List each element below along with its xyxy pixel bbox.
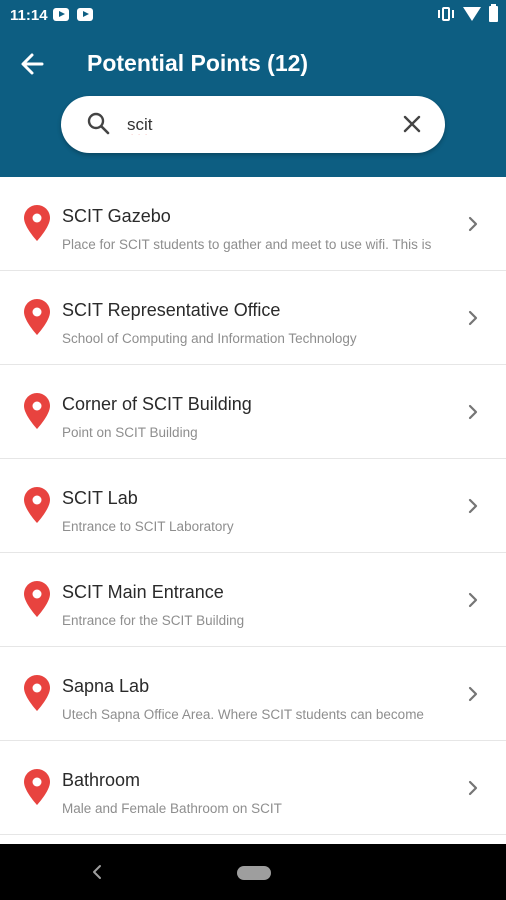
arrow-left-icon xyxy=(21,53,44,75)
search-bar[interactable] xyxy=(61,96,445,153)
map-pin-icon xyxy=(24,487,50,523)
item-title: Bathroom xyxy=(62,770,141,790)
page-title: Potential Points (12) xyxy=(87,50,309,76)
map-pin-icon xyxy=(24,769,50,805)
youtube-icon xyxy=(53,8,69,21)
map-pin-icon xyxy=(24,299,50,335)
item-title: SCIT Main Entrance xyxy=(62,582,224,602)
list-item[interactable]: Bathroom Male and Female Bathroom on SCI… xyxy=(0,741,506,835)
item-description: Male and Female Bathroom on SCIT xyxy=(62,801,282,816)
app-bar: Potential Points (12) xyxy=(0,30,506,177)
item-title: SCIT Representative Office xyxy=(62,300,281,320)
chevron-right-icon xyxy=(468,686,478,702)
close-icon[interactable] xyxy=(399,111,425,137)
search-input[interactable] xyxy=(127,112,387,138)
back-button[interactable] xyxy=(14,47,54,81)
list-item[interactable]: SCIT Lab Entrance to SCIT Laboratory xyxy=(0,459,506,553)
list-item[interactable]: SCIT Representative Office School of Com… xyxy=(0,271,506,365)
item-title: SCIT Lab xyxy=(62,488,138,508)
battery-icon xyxy=(489,4,498,22)
map-pin-icon xyxy=(24,581,50,617)
item-title: Corner of SCIT Building xyxy=(62,394,252,414)
map-pin-icon xyxy=(24,393,50,429)
system-nav-bar xyxy=(0,844,506,900)
item-description: School of Computing and Information Tech… xyxy=(62,331,357,346)
item-description: Entrance for the SCIT Building xyxy=(62,613,245,628)
search-icon xyxy=(87,112,110,135)
list-item[interactable]: SCIT Gazebo Place for SCIT students to g… xyxy=(0,177,506,271)
map-pin-icon xyxy=(24,205,50,241)
item-title: SCIT Gazebo xyxy=(62,206,171,226)
points-list: SCIT Gazebo Place for SCIT students to g… xyxy=(0,177,506,844)
chevron-right-icon xyxy=(468,216,478,232)
item-description: Place for SCIT students to gather and me… xyxy=(62,237,432,252)
chevron-right-icon xyxy=(468,310,478,326)
nav-home-pill[interactable] xyxy=(237,866,271,880)
status-time: 11:14 xyxy=(10,7,48,24)
list-item[interactable]: SCIT Main Entrance Entrance for the SCIT… xyxy=(0,553,506,647)
map-pin-icon xyxy=(24,675,50,711)
status-notification-icons xyxy=(53,8,93,21)
item-description: Entrance to SCIT Laboratory xyxy=(62,519,234,534)
status-system-icons xyxy=(437,4,498,22)
chevron-right-icon xyxy=(468,780,478,796)
list-item[interactable]: Corner of SCIT Building Point on SCIT Bu… xyxy=(0,365,506,459)
youtube-icon xyxy=(77,8,93,21)
chevron-right-icon xyxy=(468,498,478,514)
chevron-right-icon xyxy=(468,404,478,420)
item-description: Utech Sapna Office Area. Where SCIT stud… xyxy=(62,707,424,722)
nav-back-icon[interactable] xyxy=(89,862,105,882)
list-item[interactable]: Sapna Lab Utech Sapna Office Area. Where… xyxy=(0,647,506,741)
item-title: Sapna Lab xyxy=(62,676,150,696)
vibrate-icon xyxy=(437,6,455,22)
chevron-right-icon xyxy=(468,592,478,608)
wifi-icon xyxy=(463,7,481,21)
status-bar: 11:14 xyxy=(0,0,506,30)
item-description: Point on SCIT Building xyxy=(62,425,198,440)
